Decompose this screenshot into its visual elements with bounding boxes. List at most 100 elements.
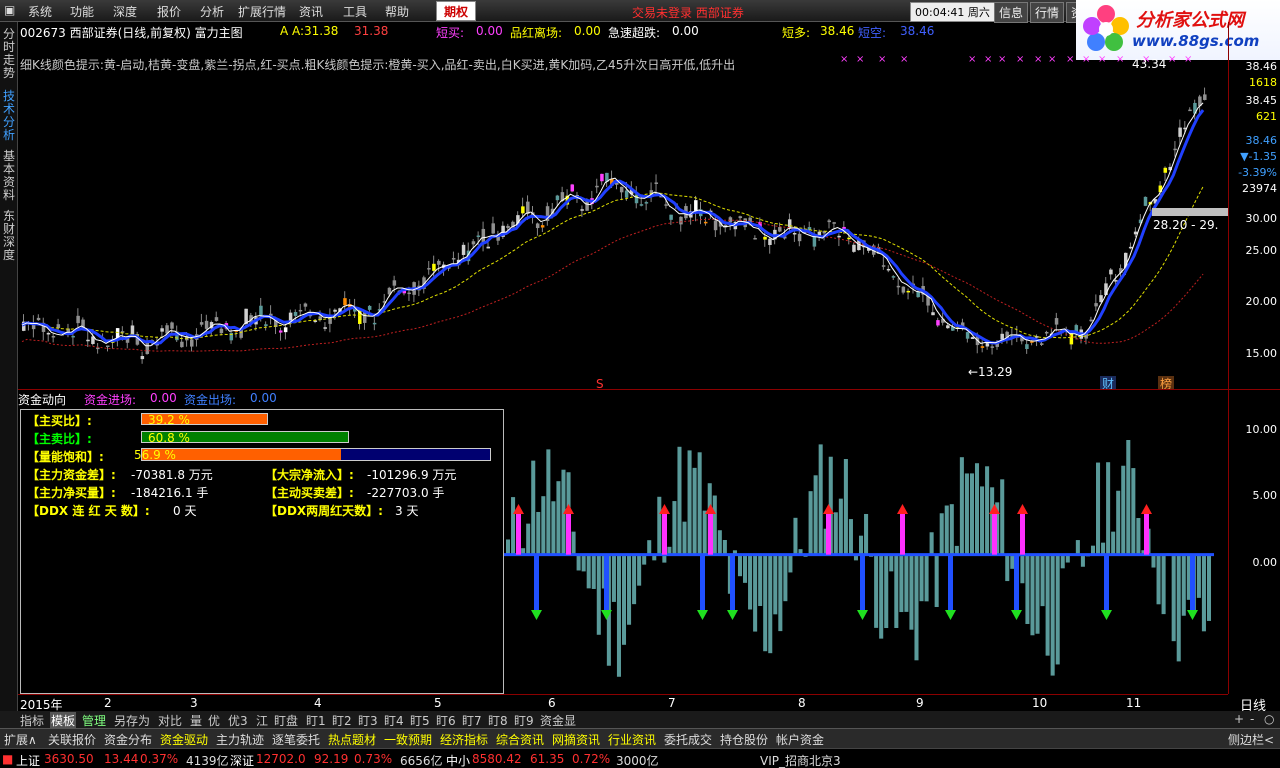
itab-capital-show[interactable]: 资金显 bbox=[540, 712, 576, 729]
menu-depth[interactable]: 深度 bbox=[113, 3, 137, 20]
menu-function[interactable]: 功能 bbox=[70, 3, 94, 20]
itab-you3[interactable]: 优3 bbox=[228, 712, 248, 729]
itab-volume[interactable]: 量 bbox=[190, 712, 202, 729]
ftab-tick-order[interactable]: 逐笔委托 bbox=[272, 731, 320, 748]
ftab-capital-drive[interactable]: 资金驱动 bbox=[160, 731, 208, 748]
itab-compare[interactable]: 对比 bbox=[158, 712, 182, 729]
candle-body bbox=[451, 258, 456, 260]
app-icon[interactable]: ▣ bbox=[4, 3, 15, 17]
sz-index: 12702.0 bbox=[256, 752, 306, 766]
itab-watch6[interactable]: 盯6 bbox=[436, 712, 456, 729]
candle-body bbox=[847, 237, 851, 240]
menu-system[interactable]: 系统 bbox=[28, 3, 52, 20]
vtab-intraday[interactable]: 分时走势 bbox=[2, 28, 16, 80]
side-val-7: 23974 bbox=[1242, 182, 1277, 195]
menu-tools[interactable]: 工具 bbox=[343, 3, 367, 20]
ftab-consensus[interactable]: 一致预期 bbox=[384, 731, 432, 748]
ftab-industry-news[interactable]: 行业资讯 bbox=[608, 731, 656, 748]
down-arrow-icon bbox=[531, 610, 542, 620]
candle-body bbox=[1030, 341, 1034, 343]
k2-label: 品红离场: bbox=[510, 26, 563, 40]
flow-bar bbox=[974, 463, 980, 555]
top-marker: × bbox=[1116, 54, 1124, 65]
saturation-label: 【量能饱和】: bbox=[27, 450, 104, 464]
itab-manage[interactable]: 管理 bbox=[82, 712, 106, 729]
itab-template[interactable]: 模板 bbox=[50, 712, 77, 729]
ftab-general-news[interactable]: 综合资讯 bbox=[496, 731, 544, 748]
itab-watch2[interactable]: 盯2 bbox=[332, 712, 352, 729]
flow-bar bbox=[1040, 554, 1045, 607]
itab-watch4[interactable]: 盯4 bbox=[384, 712, 404, 729]
outflow-bar bbox=[1190, 554, 1195, 610]
candle-body bbox=[1089, 319, 1093, 322]
sidebar-toggle[interactable]: 侧边栏< bbox=[1228, 731, 1274, 748]
zx-label[interactable]: 中小 bbox=[446, 752, 470, 768]
net-buy-label: 【主力净买量】: bbox=[27, 486, 116, 500]
options-button[interactable]: 期权 bbox=[436, 1, 476, 21]
down-arrow-icon bbox=[1101, 610, 1112, 620]
reset-button[interactable]: ○ bbox=[1264, 712, 1274, 726]
vtab-eastmoney-depth[interactable]: 东财深度 bbox=[2, 210, 16, 262]
flow-title: 资金动向 bbox=[18, 393, 67, 407]
itab-indicator[interactable]: 指标 bbox=[20, 712, 44, 729]
flow-bar bbox=[980, 486, 985, 555]
flow-bar bbox=[682, 521, 687, 555]
down-arrow-icon bbox=[727, 610, 738, 620]
flow-bar bbox=[1181, 554, 1186, 616]
candle-body bbox=[664, 204, 668, 206]
itab-watch3[interactable]: 盯3 bbox=[358, 712, 378, 729]
sz-label[interactable]: 深证 bbox=[230, 752, 254, 768]
ftab-expand[interactable]: 扩展∧ bbox=[4, 731, 37, 748]
flow-bar bbox=[556, 481, 561, 555]
ftab-orders[interactable]: 委托成交 bbox=[664, 731, 712, 748]
itab-watch7[interactable]: 盯7 bbox=[462, 712, 482, 729]
zoom-in-button[interactable]: + bbox=[1234, 712, 1244, 726]
flow-bar bbox=[939, 513, 944, 555]
candle-body bbox=[293, 312, 298, 316]
sh-label[interactable]: 上证 bbox=[16, 752, 40, 768]
ftab-capital-distribution[interactable]: 资金分布 bbox=[104, 731, 152, 748]
k1-value: 0.00 bbox=[476, 24, 503, 38]
ftab-main-trace[interactable]: 主力轨迹 bbox=[216, 731, 264, 748]
top-marker: × bbox=[1034, 54, 1042, 65]
candle-body bbox=[298, 309, 303, 312]
menu-quote[interactable]: 报价 bbox=[157, 3, 181, 20]
flow-bar bbox=[929, 532, 934, 555]
itab-save-as[interactable]: 另存为 bbox=[114, 712, 150, 729]
flow-bar bbox=[1035, 554, 1040, 634]
menu-ext-market[interactable]: 扩展行情 bbox=[238, 3, 286, 20]
itab-watch1[interactable]: 盯1 bbox=[306, 712, 326, 729]
candle-body bbox=[753, 237, 757, 240]
ftab-account-funds[interactable]: 帐户资金 bbox=[776, 731, 824, 748]
market-button[interactable]: 行情 bbox=[1030, 2, 1065, 23]
info-button[interactable]: 信息 bbox=[994, 2, 1029, 23]
ftab-holdings[interactable]: 持仓股份 bbox=[720, 731, 768, 748]
itab-jiang[interactable]: 江 bbox=[256, 712, 268, 729]
price-chart[interactable]: × × × × × × × × × × × × × × × × × 28.20 - 29. 43.34 ←13.… bbox=[18, 40, 1228, 390]
top-marker: × bbox=[840, 54, 848, 65]
itab-watch[interactable]: 盯盘 bbox=[274, 712, 298, 729]
sh-percent: 0.37% bbox=[140, 752, 179, 766]
ftab-web-news[interactable]: 网摘资讯 bbox=[552, 731, 600, 748]
itab-you[interactable]: 优 bbox=[208, 712, 220, 729]
menu-analysis[interactable]: 分析 bbox=[200, 3, 224, 20]
itab-watch8[interactable]: 盯8 bbox=[488, 712, 508, 729]
top-marker: × bbox=[1066, 54, 1074, 65]
vip-server[interactable]: VIP_招商北京3 bbox=[760, 752, 841, 768]
vtab-fundamental[interactable]: 基本资料 bbox=[2, 150, 16, 202]
ftab-econ-indicator[interactable]: 经济指标 bbox=[440, 731, 488, 748]
zoom-out-button[interactable]: - bbox=[1250, 712, 1254, 726]
down-arrow-icon bbox=[857, 610, 868, 620]
menu-help[interactable]: 帮助 bbox=[385, 3, 409, 20]
flow-chart[interactable] bbox=[504, 390, 1228, 694]
ftab-related-quote[interactable]: 关联报价 bbox=[48, 731, 96, 748]
itab-watch9[interactable]: 盯9 bbox=[514, 712, 534, 729]
itab-watch5[interactable]: 盯5 bbox=[410, 712, 430, 729]
ftab-hot-topic[interactable]: 热点题材 bbox=[328, 731, 376, 748]
flow-bar bbox=[571, 531, 576, 555]
range-label: 28.20 - 29. bbox=[1153, 218, 1218, 232]
vtab-technical[interactable]: 技术分析 bbox=[2, 90, 16, 142]
flow-bar bbox=[838, 498, 843, 555]
down-arrow-icon bbox=[697, 610, 708, 620]
menu-news[interactable]: 资讯 bbox=[299, 3, 323, 20]
